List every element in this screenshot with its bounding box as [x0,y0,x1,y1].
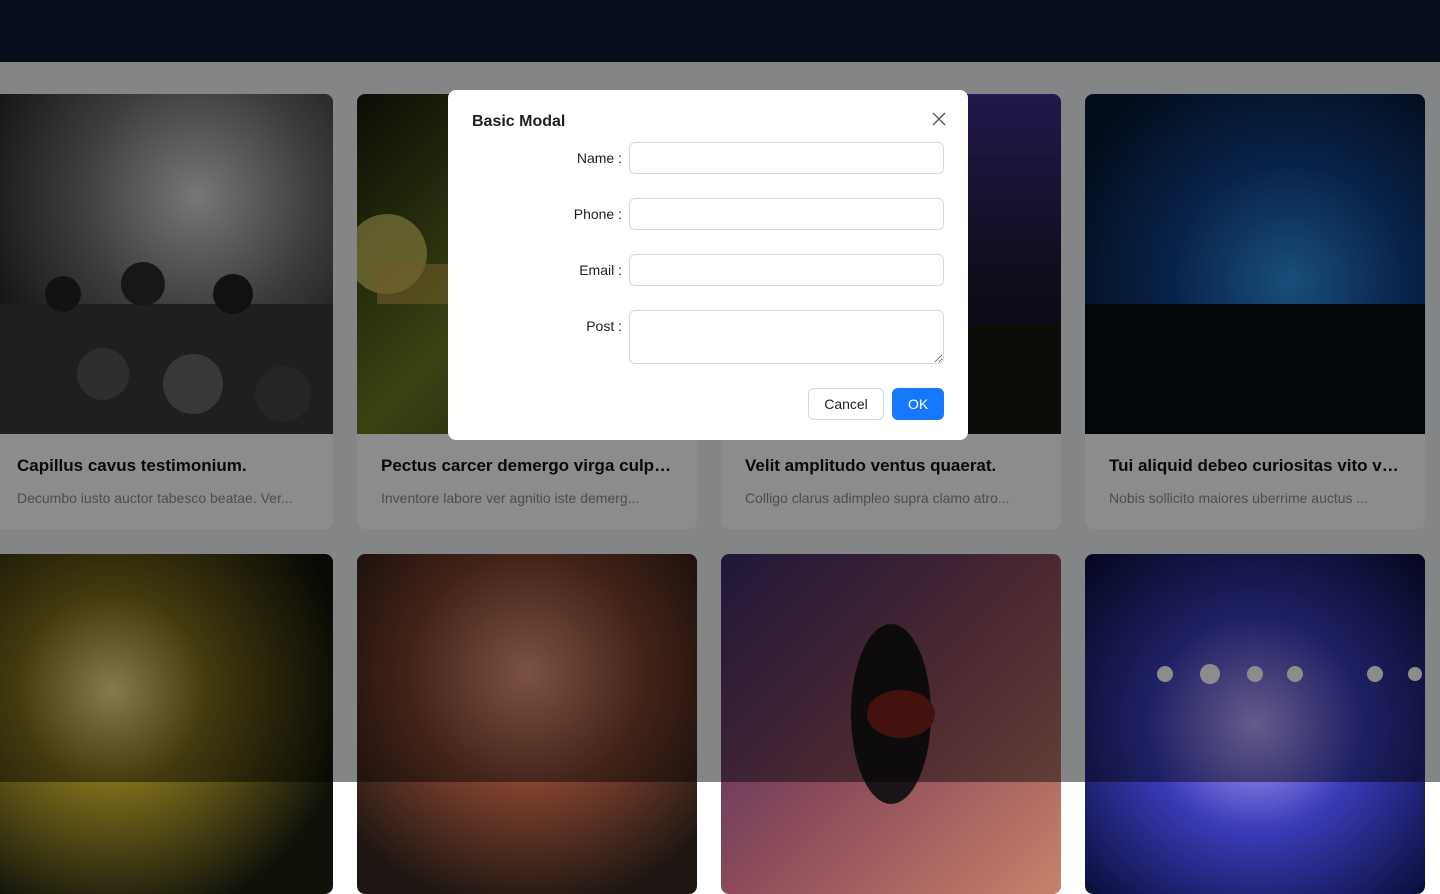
post-textarea[interactable] [629,310,944,364]
close-button[interactable] [928,108,950,130]
name-label: Name [576,150,615,166]
name-input[interactable] [629,142,944,174]
basic-modal: Basic Modal Name : Phone : Email : Post … [448,90,968,440]
email-label: Email [579,262,615,278]
close-icon [932,112,946,126]
post-label: Post [586,318,615,334]
cancel-button[interactable]: Cancel [808,388,884,420]
phone-input[interactable] [629,198,944,230]
ok-button[interactable]: OK [892,388,944,420]
email-input[interactable] [629,254,944,286]
phone-label: Phone [573,206,615,222]
modal-title: Basic Modal [472,113,566,130]
